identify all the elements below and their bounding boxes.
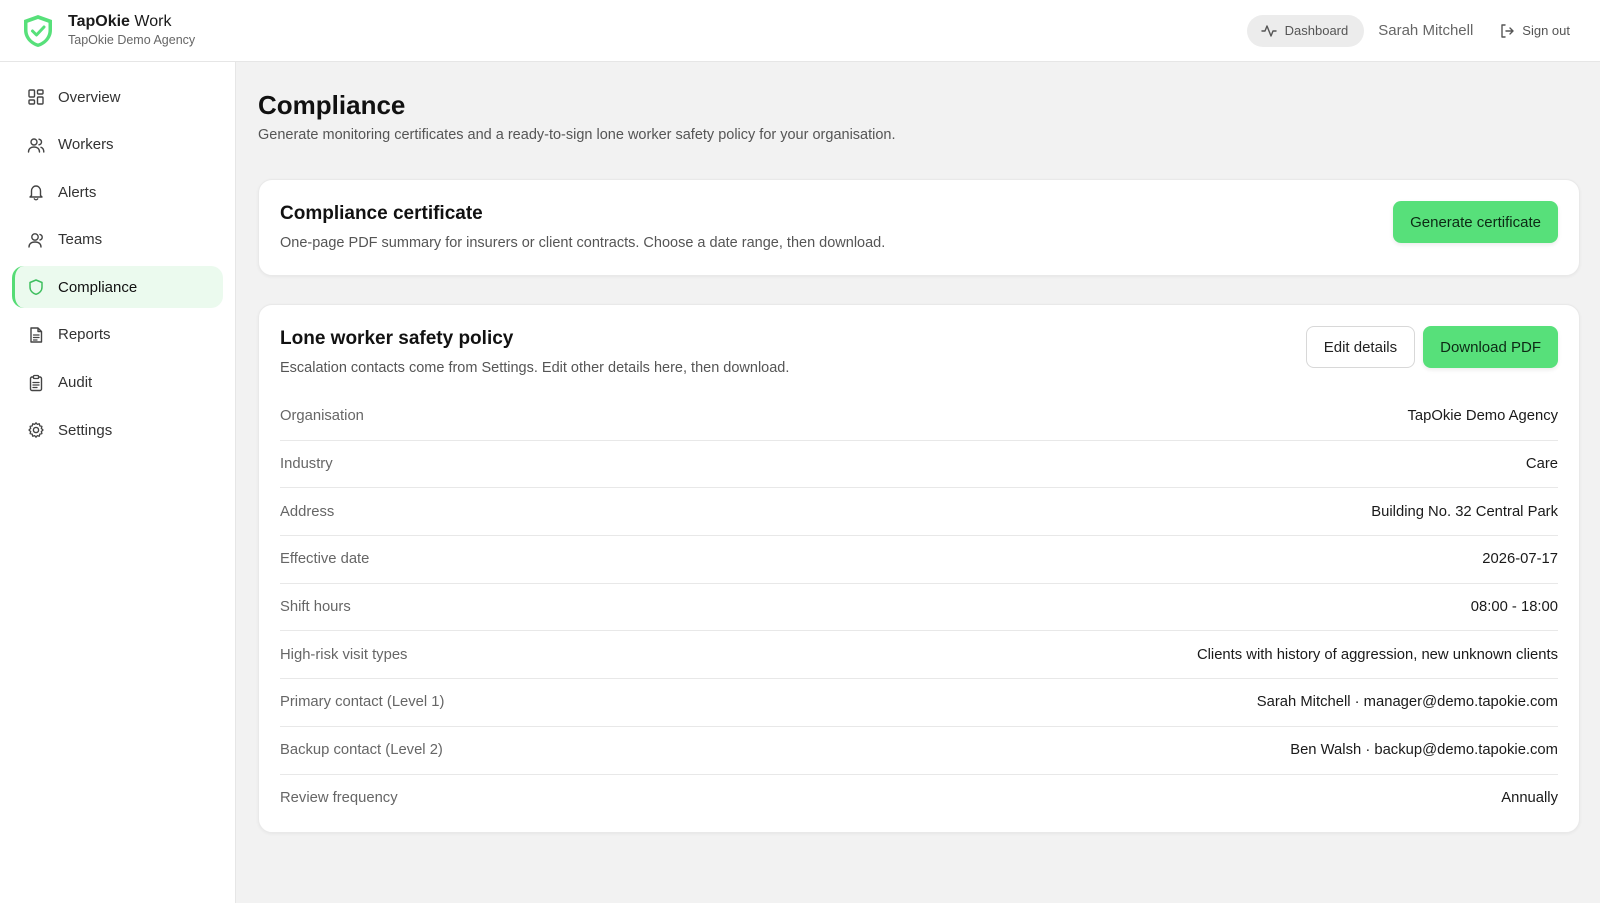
page-title: Compliance bbox=[258, 90, 406, 120]
detail-row-organisation: Organisation TapOkie Demo Agency bbox=[280, 393, 1558, 441]
app-name-rest: Work bbox=[129, 13, 172, 30]
page-subtitle: Generate monitoring certificates and a r… bbox=[258, 127, 896, 143]
detail-value: 2026-07-17 bbox=[1482, 551, 1558, 568]
detail-row-address: Address Building No. 32 Central Park bbox=[280, 488, 1558, 537]
sidebar-item-label: Reports bbox=[58, 326, 111, 344]
certificate-description: One-page PDF summary for insurers or cli… bbox=[280, 235, 886, 251]
detail-row-shift-hours: Shift hours 08:00 - 18:00 bbox=[280, 584, 1558, 632]
sidebar-item-label: Overview bbox=[58, 88, 121, 106]
detail-value: Annually bbox=[1501, 790, 1558, 807]
sidebar-item-compliance[interactable]: Compliance bbox=[12, 266, 223, 309]
detail-label: Review frequency bbox=[280, 790, 398, 807]
org-name: TapOkie Demo Agency bbox=[68, 33, 196, 47]
sidebar-item-label: Compliance bbox=[58, 278, 138, 296]
detail-value: Clients with history of aggression, new … bbox=[1196, 646, 1558, 663]
detail-row-primary-contact: Primary contact (Level 1) Sarah Mitchell… bbox=[280, 679, 1558, 727]
users-icon bbox=[27, 137, 45, 153]
team-icon bbox=[28, 232, 43, 248]
brand[interactable]: TapOkie Work TapOkie Demo Agency bbox=[22, 12, 195, 49]
download-pdf-button[interactable]: Download PDF bbox=[1423, 326, 1558, 368]
detail-row-backup-contact: Backup contact (Level 2) Ben Walsh · bac… bbox=[280, 727, 1558, 775]
main-content: Compliance Generate monitoring certifica… bbox=[258, 62, 1580, 834]
shield-check-icon bbox=[24, 14, 52, 47]
top-header: TapOkie Work TapOkie Demo Agency Dashboa… bbox=[0, 0, 1600, 62]
detail-label: Effective date bbox=[280, 551, 370, 568]
user-name[interactable]: Sarah Mitchell bbox=[1378, 22, 1473, 39]
detail-label: High-risk visit types bbox=[280, 646, 408, 663]
sidebar-item-label: Settings bbox=[58, 421, 113, 439]
detail-value: Care bbox=[1525, 456, 1558, 473]
sidebar-item-label: Audit bbox=[58, 374, 93, 392]
detail-label: Shift hours bbox=[280, 599, 351, 616]
sign-out-label: Sign out bbox=[1522, 23, 1570, 38]
detail-value: 08:00 - 18:00 bbox=[1470, 599, 1558, 616]
sidebar-item-settings[interactable]: Settings bbox=[12, 409, 223, 451]
safety-policy-card: Lone worker safety policy Escalation con… bbox=[258, 304, 1580, 834]
sidebar: Overview Workers Alerts Teams Compliance bbox=[0, 62, 236, 903]
detail-value: TapOkie Demo Agency bbox=[1407, 408, 1558, 425]
detail-label: Industry bbox=[280, 456, 333, 473]
detail-label: Address bbox=[280, 503, 335, 520]
detail-row-effective-date: Effective date 2026-07-17 bbox=[280, 536, 1558, 584]
brand-text: TapOkie Work TapOkie Demo Agency bbox=[68, 12, 195, 49]
grid-icon bbox=[28, 89, 44, 105]
sidebar-item-workers[interactable]: Workers bbox=[12, 124, 223, 166]
detail-row-industry: Industry Care bbox=[280, 441, 1558, 489]
detail-label: Backup contact (Level 2) bbox=[280, 742, 443, 759]
certificate-title: Compliance certificate bbox=[280, 203, 483, 224]
edit-details-button[interactable]: Edit details bbox=[1305, 326, 1416, 368]
sidebar-item-teams[interactable]: Teams bbox=[12, 219, 223, 261]
dashboard-button[interactable]: Dashboard bbox=[1246, 14, 1365, 47]
detail-value: Building No. 32 Central Park bbox=[1371, 503, 1558, 520]
policy-details-list: Organisation TapOkie Demo Agency Industr… bbox=[280, 393, 1558, 822]
gear-icon bbox=[28, 422, 44, 439]
bell-icon bbox=[29, 185, 43, 201]
header-right: Dashboard Sarah Mitchell Sign out bbox=[1246, 14, 1570, 47]
sidebar-item-label: Alerts bbox=[58, 183, 97, 201]
detail-row-high-risk-visits: High-risk visit types Clients with histo… bbox=[280, 631, 1558, 680]
sidebar-item-alerts[interactable]: Alerts bbox=[12, 171, 223, 213]
file-icon bbox=[30, 327, 43, 343]
compliance-certificate-card: Compliance certificate One-page PDF summ… bbox=[258, 179, 1580, 276]
detail-label: Primary contact (Level 1) bbox=[280, 694, 445, 711]
sidebar-item-label: Workers bbox=[58, 136, 114, 154]
detail-value: Sarah Mitchell · manager@demo.tapokie.co… bbox=[1256, 694, 1558, 711]
sidebar-item-audit[interactable]: Audit bbox=[12, 362, 223, 404]
dashboard-label: Dashboard bbox=[1284, 23, 1349, 38]
clipboard-icon bbox=[29, 374, 43, 391]
detail-row-review-frequency: Review frequency Annually bbox=[280, 775, 1558, 823]
sidebar-item-reports[interactable]: Reports bbox=[12, 314, 223, 356]
detail-label: Organisation bbox=[280, 408, 364, 425]
sign-out-button[interactable]: Sign out bbox=[1499, 23, 1570, 39]
sidebar-item-label: Teams bbox=[58, 231, 103, 249]
detail-value: Ben Walsh · backup@demo.tapokie.com bbox=[1290, 742, 1558, 759]
generate-certificate-button[interactable]: Generate certificate bbox=[1393, 201, 1558, 243]
activity-icon bbox=[1260, 24, 1277, 37]
app-name: TapOkie Work bbox=[68, 12, 195, 32]
sign-out-icon bbox=[1501, 23, 1514, 38]
policy-actions: Edit details Download PDF bbox=[1305, 326, 1558, 368]
app-name-bold: TapOkie bbox=[68, 13, 130, 30]
shield-icon bbox=[29, 279, 43, 296]
sidebar-item-overview[interactable]: Overview bbox=[12, 76, 223, 118]
